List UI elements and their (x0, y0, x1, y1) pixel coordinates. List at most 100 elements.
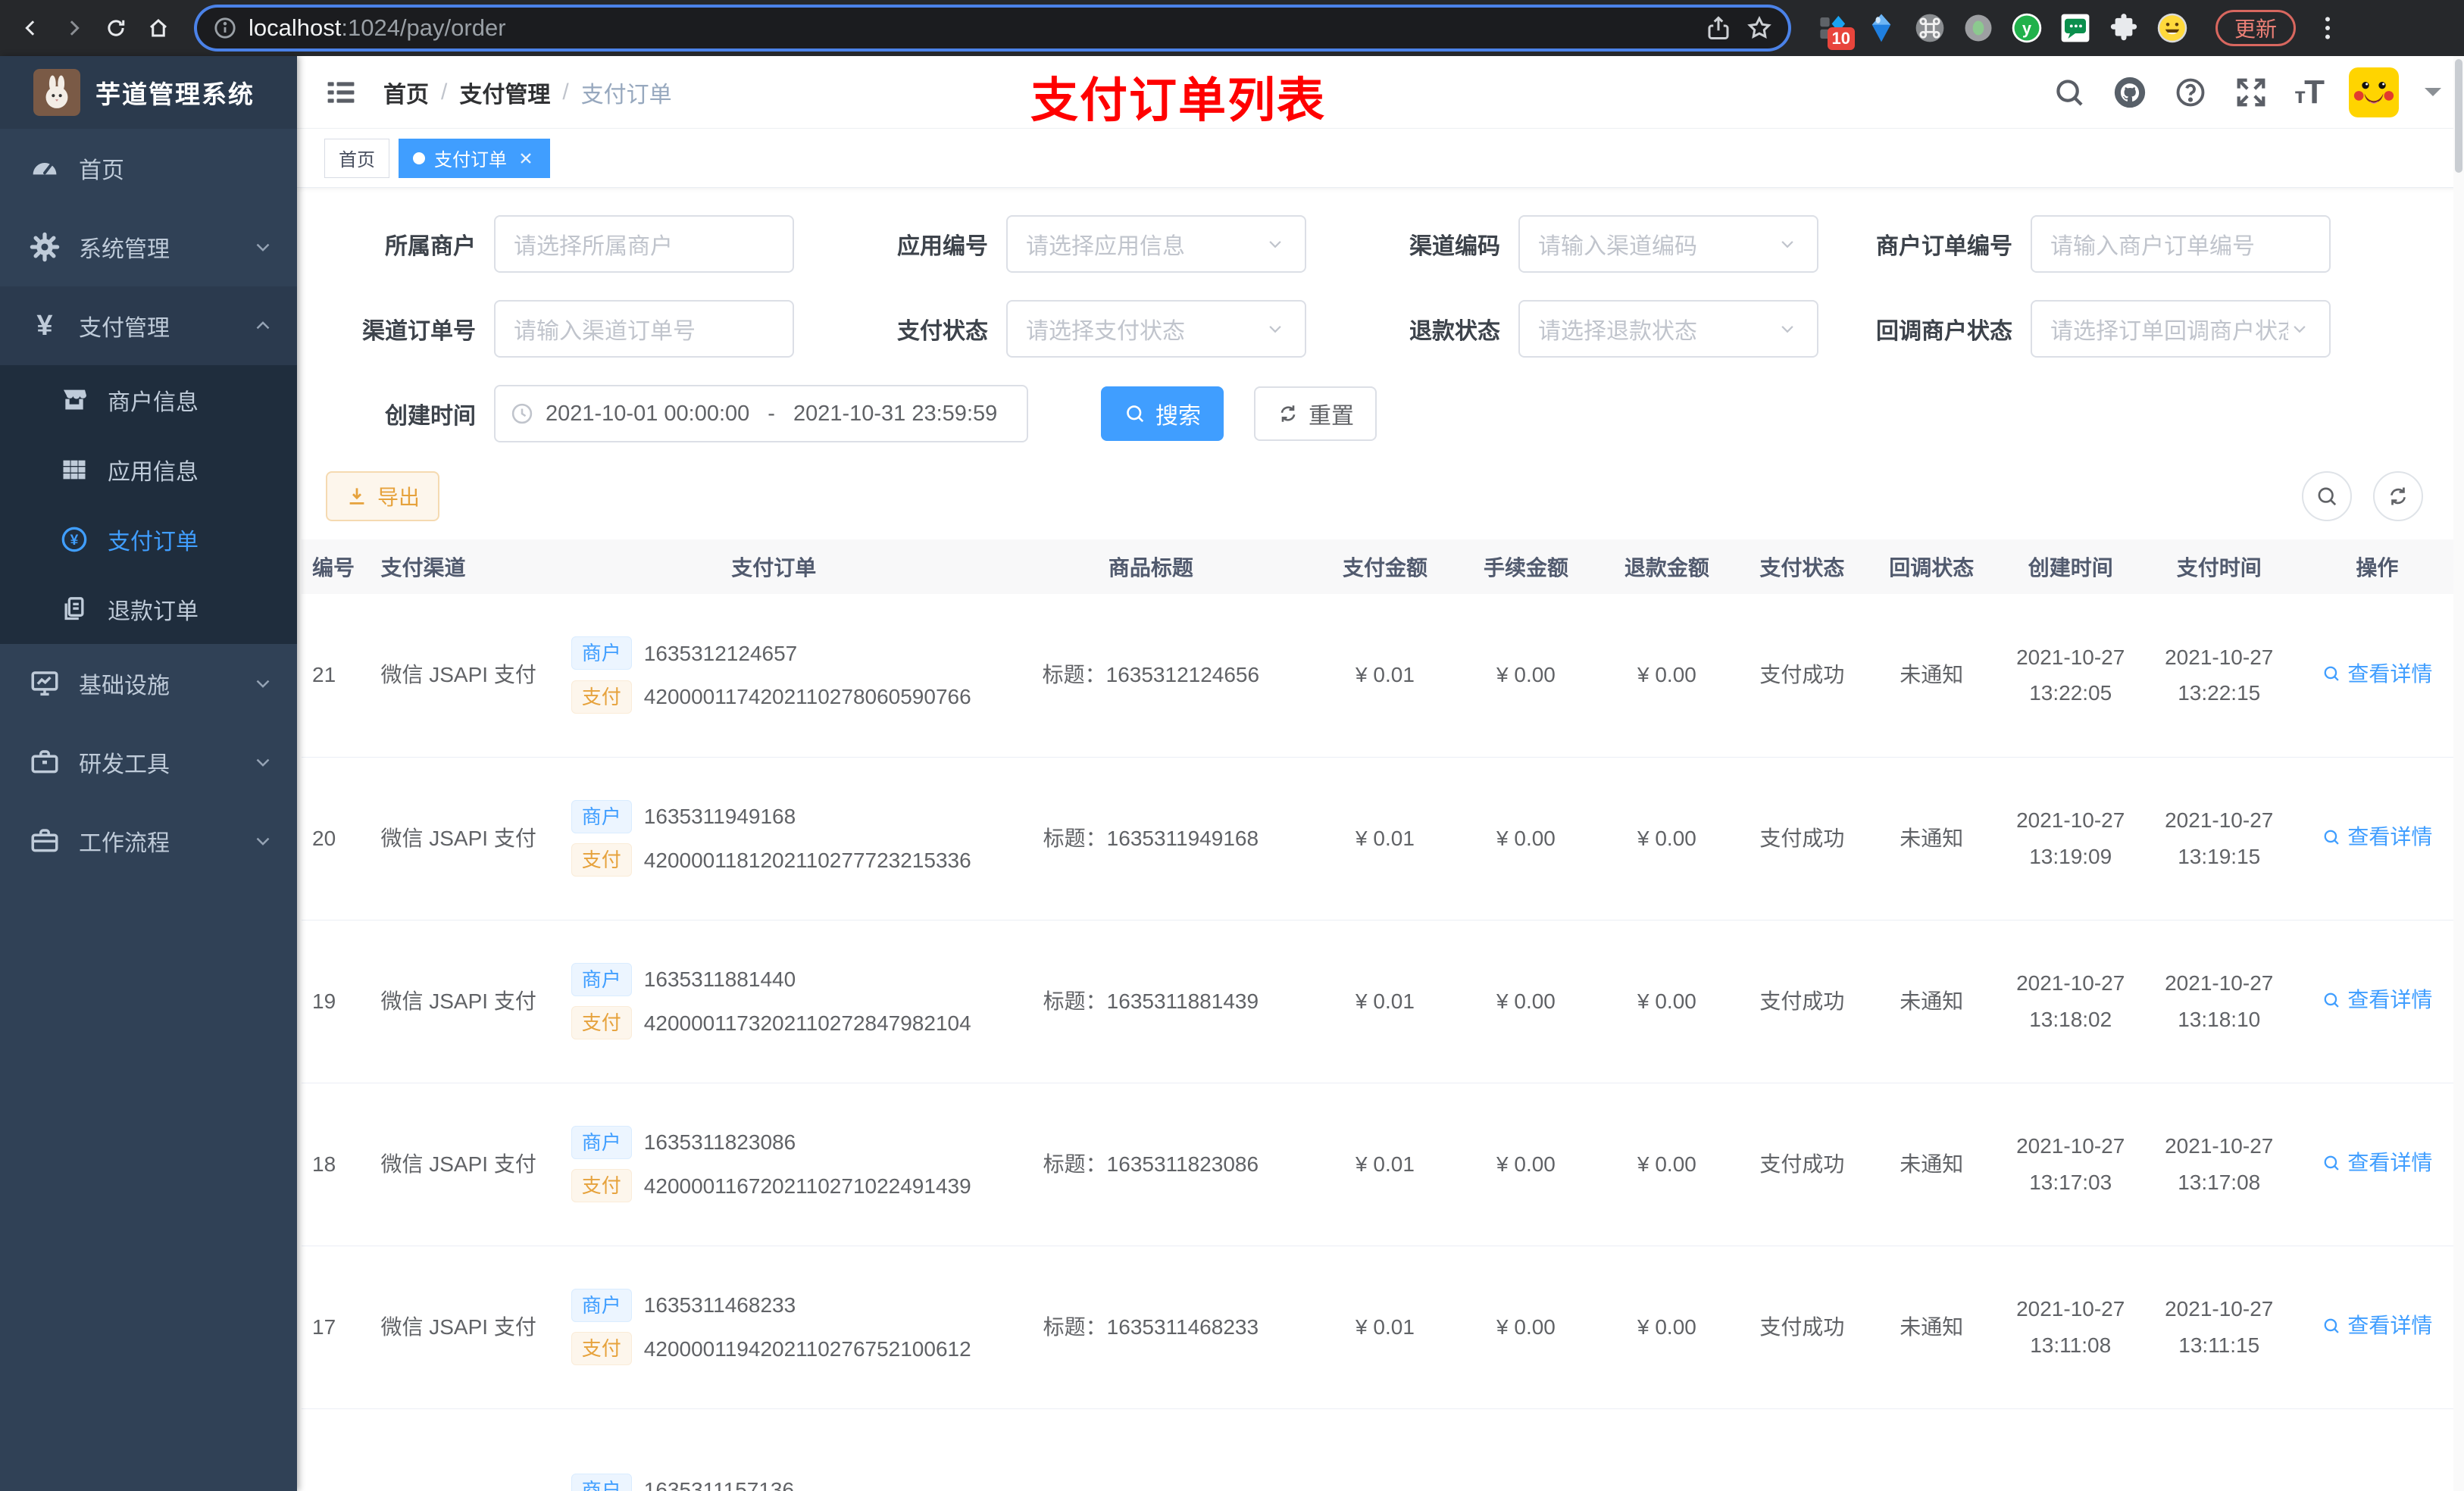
monitor-icon (29, 667, 61, 699)
chat-icon[interactable] (2059, 12, 2091, 44)
share-icon[interactable] (1705, 14, 1732, 42)
page-scrollbar[interactable] (2453, 56, 2464, 1491)
extension-squares-icon[interactable]: 10 (1817, 12, 1855, 50)
breadcrumb-item[interactable]: 首页 (383, 76, 429, 109)
export-button[interactable]: 导出 (326, 471, 440, 521)
cell-title (987, 1408, 1315, 1491)
cell-created-time: 2021-10-27 13:17:03 (1996, 1083, 2145, 1246)
breadcrumb: 首页 / 支付管理 / 支付订单 (383, 76, 672, 109)
record-icon[interactable] (1962, 12, 1994, 44)
sidebar-item-pay[interactable]: ¥ 支付管理 (0, 286, 297, 365)
search-button[interactable]: 搜索 (1101, 386, 1224, 441)
search-icon[interactable] (2052, 75, 2087, 110)
tab-item-0[interactable]: 首页 (324, 138, 389, 178)
column-header-11: 操作 (2293, 539, 2461, 594)
magnifier-icon (2322, 1316, 2341, 1336)
table-row: 21 微信 JSAPI 支付 商户 1635312124657 支付 4200001174… (302, 594, 2461, 758)
filter-merchant-input[interactable]: 请选择所属商户 (494, 215, 794, 273)
sidebar-item-label: 支付管理 (79, 316, 170, 341)
home-icon[interactable] (141, 11, 176, 45)
cell-pay-order: 商户 1635311157136 (560, 1408, 987, 1491)
url-text: localhost:1024/pay/order (249, 14, 1694, 42)
filter-notify-status-select[interactable]: 请选择订单回调商户状态 (2031, 300, 2331, 358)
datetime-text: 2021-10-27 13:18:02 (2016, 971, 2125, 1031)
help-icon[interactable] (2173, 75, 2208, 110)
filter-group-merchant: 所属商户 请选择所属商户 (324, 215, 794, 273)
cell-channel: 微信 JSAPI 支付 (370, 920, 561, 1083)
magnifier-icon (2322, 827, 2341, 847)
command-icon[interactable] (1914, 12, 1946, 44)
reset-button[interactable]: 重置 (1254, 386, 1377, 441)
browser-menu-icon[interactable] (2312, 13, 2343, 43)
filter-group-create-time: 创建时间 2021-10-01 00:00:00-2021-10-31 23:59… (324, 385, 1028, 442)
view-detail-link[interactable]: 查看详情 (2322, 819, 2432, 855)
filter-channel-code-select[interactable]: 请输入渠道编码 (1518, 215, 1818, 273)
chevron-down-icon (252, 830, 274, 852)
sidebar-item-merchant-info[interactable]: 商户信息 (0, 365, 297, 435)
user-avatar[interactable] (2349, 67, 2399, 117)
filter-refund-status-select[interactable]: 请选择退款状态 (1518, 300, 1818, 358)
filter-app-no-select[interactable]: 请选择应用信息 (1006, 215, 1306, 273)
sidebar-item-home[interactable]: 首页 (0, 129, 297, 208)
close-icon[interactable] (516, 148, 536, 168)
view-detail-link[interactable]: 查看详情 (2322, 656, 2432, 692)
view-detail-link[interactable]: 查看详情 (2322, 1145, 2432, 1181)
column-header-2: 支付订单 (560, 539, 987, 594)
view-detail-link[interactable]: 查看详情 (2322, 982, 2432, 1018)
github-icon[interactable] (2112, 75, 2147, 110)
puzzle-icon[interactable] (2108, 12, 2140, 44)
sidebar-item-workflow[interactable]: 工作流程 (0, 802, 297, 880)
sidebar-item-infra[interactable]: 基础设施 (0, 644, 297, 723)
view-detail-link[interactable]: 查看详情 (2322, 1308, 2432, 1344)
font-size-icon[interactable]: тT (2294, 73, 2325, 111)
gem-icon[interactable] (1865, 12, 1897, 44)
document-icon (59, 594, 89, 624)
url-bar[interactable]: localhost:1024/pay/order (197, 8, 1788, 48)
sidebar-item-app-info[interactable]: 应用信息 (0, 435, 297, 505)
yen-circle-icon: ¥ (59, 524, 89, 555)
y-circle-icon[interactable]: y (2011, 12, 2043, 44)
merchant-order-line: 商户 1635311157136 (571, 1472, 981, 1491)
breadcrumb-item[interactable]: 支付管理 (459, 76, 550, 109)
merchant-tag: 商户 (571, 1473, 632, 1491)
avatar-caret-icon[interactable] (2425, 87, 2441, 105)
sidebar-item-pay-order[interactable]: ¥ 支付订单 (0, 505, 297, 574)
reload-icon[interactable] (98, 11, 133, 45)
filter-form: 所属商户 请选择所属商户 应用编号 请选择应用信息 渠道编码 请输入渠道编码 商户订单编号请… (324, 215, 2437, 442)
reset-label: 重置 (1309, 404, 1354, 429)
pay-order-line: 支付 4200001181202110277723215336 (571, 842, 981, 879)
emoji-avatar-icon[interactable] (2156, 12, 2188, 44)
cell-created-time: 2021-10-27 13:18:02 (1996, 920, 2145, 1083)
app-logo[interactable]: 芋道管理系统 (0, 56, 297, 129)
filter-channel-order-no-input[interactable]: 请输入渠道订单号 (494, 300, 794, 358)
forward-icon[interactable] (56, 11, 91, 45)
chevron-down-icon (252, 672, 274, 695)
update-button[interactable]: 更新 (2215, 10, 2297, 46)
merchant-order-no: 1635311157136 (643, 1477, 795, 1491)
merchant-order-line: 商户 1635312124657 (571, 636, 981, 672)
merchant-tag: 商户 (571, 1288, 632, 1322)
select-chevron (1264, 317, 1287, 340)
cell-fee: ¥ 0.00 (1455, 594, 1596, 758)
tab-active-1[interactable]: 支付订单 (399, 138, 550, 178)
placeholder-text: 请选择订单回调商户状态 (2050, 319, 2288, 344)
hamburger-icon[interactable] (324, 76, 358, 109)
cell-fee: ¥ 0.00 (1455, 757, 1596, 921)
fullscreen-icon[interactable] (2234, 75, 2269, 110)
filter-pay-status-select[interactable]: 请选择支付状态 (1006, 300, 1306, 358)
back-icon[interactable] (14, 11, 48, 45)
cell-amount (1315, 1408, 1456, 1491)
scrollbar-thumb[interactable] (2455, 59, 2462, 173)
tabs-bar: 首页 支付订单 (297, 129, 2464, 188)
toggle-search-button[interactable] (2302, 471, 2352, 521)
refresh-button[interactable] (2373, 471, 2423, 521)
filter-merchant-order-no-input[interactable]: 请输入商户订单编号 (2031, 215, 2331, 273)
column-header-7: 支付状态 (1737, 539, 1867, 594)
sidebar-item-dev-tools[interactable]: 研发工具 (0, 723, 297, 802)
site-info-icon[interactable] (212, 15, 238, 41)
sidebar-item-system[interactable]: 系统管理 (0, 208, 297, 286)
filter-label: 支付状态 (897, 319, 988, 344)
filter-create-time-range[interactable]: 2021-10-01 00:00:00-2021-10-31 23:59:59 (494, 385, 1028, 442)
bookmark-star-icon[interactable] (1746, 14, 1773, 42)
sidebar-item-refund-order[interactable]: 退款订单 (0, 574, 297, 644)
